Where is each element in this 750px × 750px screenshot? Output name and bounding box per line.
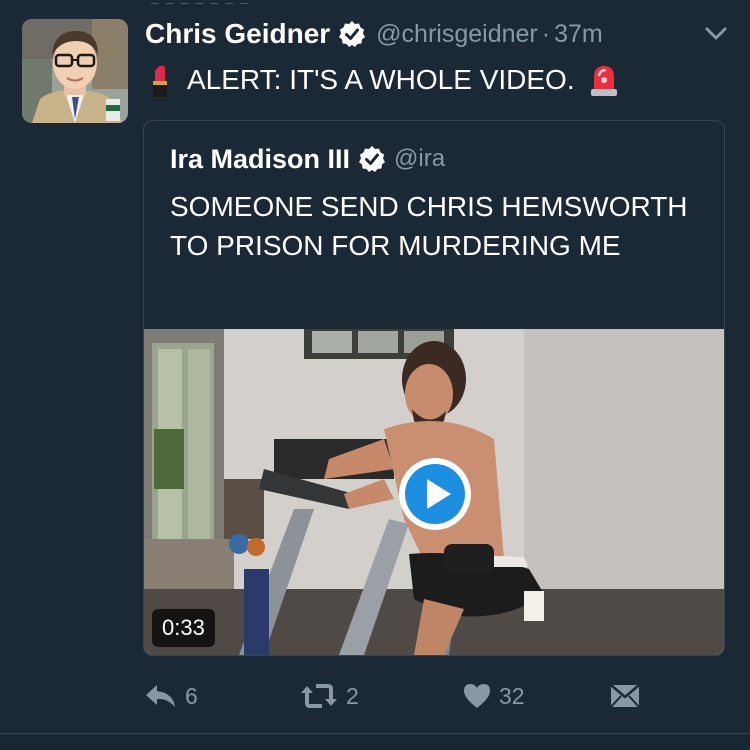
timestamp[interactable]: 37m: [554, 20, 603, 49]
direct-message-button[interactable]: [609, 676, 641, 716]
play-icon: [399, 458, 471, 530]
tweet-header: Chris Geidner @chrisgeidner · 37m: [145, 14, 603, 54]
like-count: 32: [499, 682, 525, 709]
reply-count: 6: [185, 682, 198, 709]
verified-badge-icon: [358, 145, 386, 173]
retweet-icon: [301, 684, 337, 708]
retweet-count: 2: [346, 682, 359, 709]
retweet-button[interactable]: 2: [300, 676, 359, 716]
like-button[interactable]: 32: [463, 676, 525, 716]
quoted-tweet-text: SOMEONE SEND CHRIS HEMSWORTH TO PRISON F…: [170, 191, 688, 261]
siren-emoji-icon: [589, 63, 619, 97]
quoted-tweet-card[interactable]: Ira Madison III @ira SOMEONE SEND CHRIS …: [143, 120, 725, 656]
quoted-author-handle[interactable]: @ira: [394, 145, 445, 173]
video-player[interactable]: 0:33: [144, 329, 724, 655]
avatar[interactable]: [22, 19, 128, 123]
tweet-text: ALERT: IT'S A WHOLE VIDEO.: [145, 58, 619, 102]
envelope-icon: [610, 684, 640, 708]
quoted-author-name[interactable]: Ira Madison III: [170, 144, 350, 175]
timeline-page: Chris Geidner @chrisgeidner · 37m ALERT:…: [0, 0, 750, 750]
previous-tweet-remnant: [150, 0, 280, 4]
video-duration-badge: 0:33: [152, 609, 215, 647]
separator-dot: ·: [541, 19, 551, 48]
tweet-actions: 6 2 32: [145, 676, 705, 716]
tweet-body: ALERT: IT'S A WHOLE VIDEO.: [187, 64, 575, 95]
next-tweet-edge: [0, 734, 750, 750]
heart-icon: [464, 684, 490, 708]
play-button[interactable]: [397, 456, 473, 532]
reply-icon: [146, 685, 175, 707]
verified-badge-icon: [338, 20, 366, 48]
author-name[interactable]: Chris Geidner: [145, 18, 330, 50]
reply-button[interactable]: 6: [145, 676, 198, 716]
lipstick-emoji-icon: [145, 63, 175, 97]
chevron-down-icon[interactable]: [704, 25, 728, 43]
author-handle[interactable]: @chrisgeidner: [376, 20, 538, 49]
quoted-tweet-header: Ira Madison III @ira: [170, 139, 445, 179]
